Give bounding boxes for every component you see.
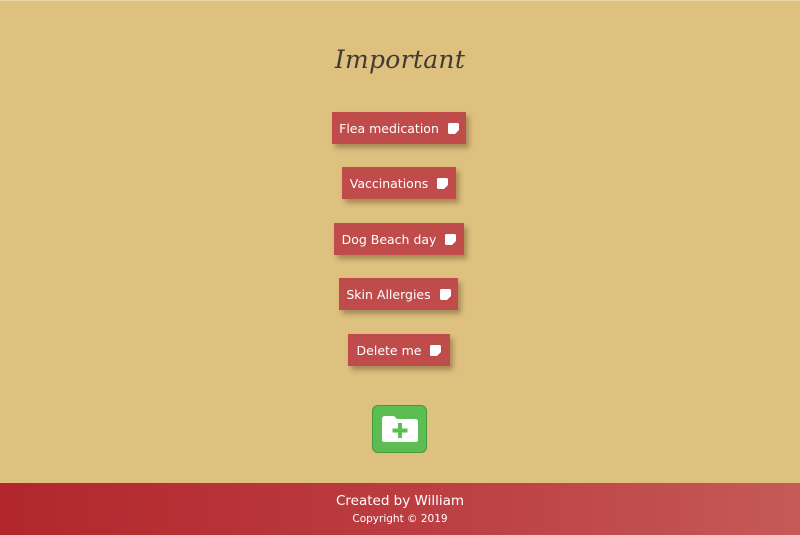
note-item-vaccinations[interactable]: Vaccinations bbox=[342, 167, 456, 199]
folder-plus-icon bbox=[381, 416, 418, 442]
note-item-dog-beach-day[interactable]: Dog Beach day bbox=[334, 223, 464, 255]
note-icon bbox=[445, 233, 457, 245]
page-body: Important Flea medication Vaccinations D… bbox=[0, 0, 800, 483]
footer: Created by William Copyright © 2019 bbox=[0, 483, 800, 535]
note-label: Skin Allergies bbox=[346, 286, 431, 302]
footer-copyright: Copyright © 2019 bbox=[352, 513, 448, 525]
note-label: Delete me bbox=[356, 342, 422, 358]
footer-credit: Created by William bbox=[335, 493, 465, 509]
note-item-delete-me[interactable]: Delete me bbox=[348, 334, 450, 366]
note-label: Vaccinations bbox=[349, 175, 429, 191]
note-icon bbox=[439, 288, 451, 300]
note-item-flea-medication[interactable]: Flea medication bbox=[332, 112, 466, 144]
note-label: Dog Beach day bbox=[341, 231, 437, 247]
note-icon bbox=[447, 122, 459, 134]
note-icon bbox=[430, 344, 442, 356]
note-label: Flea medication bbox=[339, 120, 439, 136]
page-title: Important bbox=[334, 45, 466, 74]
note-icon bbox=[437, 177, 449, 189]
add-note-button[interactable] bbox=[372, 405, 427, 453]
note-item-skin-allergies[interactable]: Skin Allergies bbox=[339, 278, 458, 310]
